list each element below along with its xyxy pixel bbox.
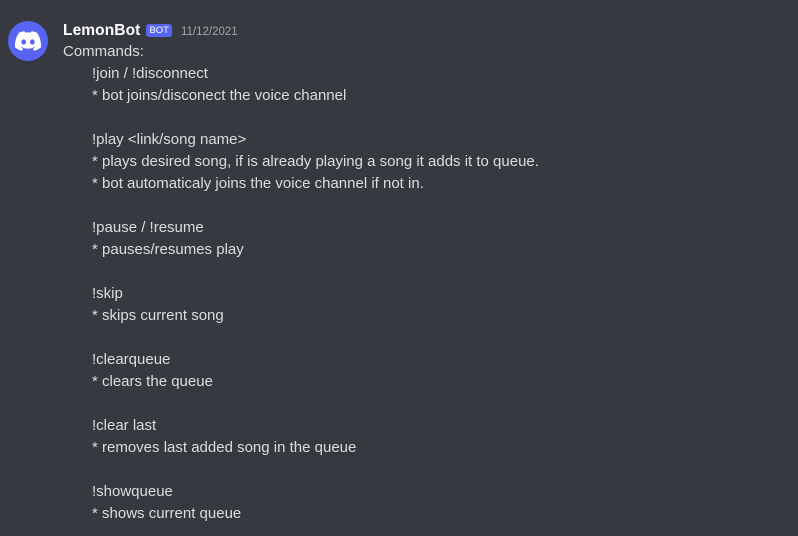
- command-name: !showqueue: [92, 483, 173, 500]
- bot-avatar[interactable]: [8, 21, 48, 61]
- command-description: * bot automaticaly joins the voice chann…: [92, 175, 424, 192]
- author-name[interactable]: LemonBot: [63, 22, 140, 40]
- message-header: LemonBot BOT 11/12/2021: [63, 20, 238, 42]
- message-content: Commands: !join / !disconnect * bot join…: [63, 41, 539, 525]
- chat-message: LemonBot BOT 11/12/2021 Commands: !join …: [0, 0, 798, 536]
- command-name: !clearqueue: [92, 351, 171, 368]
- command-description: * clears the queue: [92, 373, 213, 390]
- command-name: !clear last: [92, 417, 157, 434]
- command-description: * bot joins/disconect the voice channel: [92, 87, 347, 104]
- bot-tag-badge: BOT: [146, 23, 172, 37]
- command-description: * plays desired song, if is already play…: [92, 153, 539, 170]
- command-description: * removes last added song in the queue: [92, 439, 357, 456]
- message-timestamp: 11/12/2021: [180, 26, 238, 38]
- command-name: !pause / !resume: [92, 219, 204, 236]
- command-name: !play <link/song name>: [92, 131, 247, 148]
- command-description: * shows current queue: [92, 505, 242, 522]
- command-description: * pauses/resumes play: [92, 241, 244, 258]
- command-name: !skip: [92, 285, 123, 302]
- discord-logo-icon: [15, 31, 41, 51]
- command-description: * skips current song: [92, 307, 224, 324]
- command-name: !join / !disconnect: [92, 65, 208, 82]
- commands-heading: Commands:: [63, 43, 144, 60]
- commands-list: !join / !disconnect * bot joins/disconec…: [92, 63, 539, 525]
